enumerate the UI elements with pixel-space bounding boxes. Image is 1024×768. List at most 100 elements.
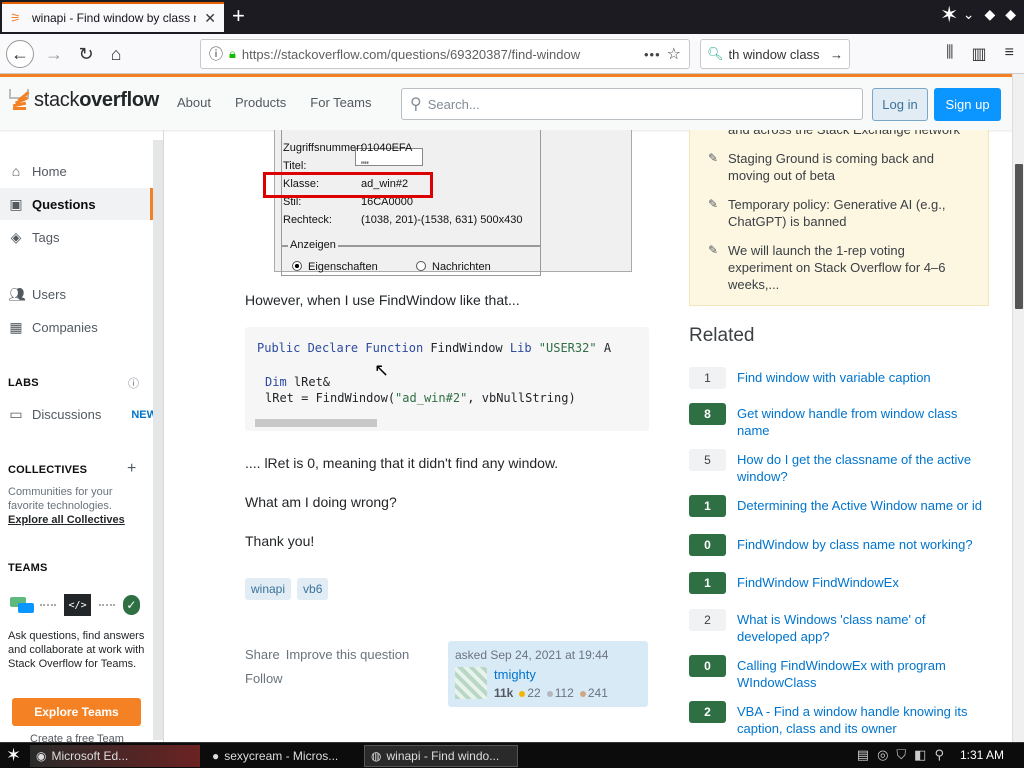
shield-icon[interactable]: ⛉ xyxy=(896,747,906,763)
discussions-icon: ▭ xyxy=(9,406,23,422)
reload-button[interactable]: ↻ xyxy=(72,40,100,68)
sidebar-item-label: Users xyxy=(32,287,66,302)
score-badge: 0 xyxy=(689,534,726,556)
keyboard-icon[interactable]: ▤ xyxy=(857,747,869,763)
score-badge: 1 xyxy=(689,367,726,389)
blog-item[interactable]: and across the Stack Exchange network xyxy=(728,130,978,138)
radio-icon xyxy=(416,261,426,271)
sidebar-item-users[interactable]: 👥︎ Users xyxy=(8,286,66,303)
page-scrollbar[interactable] xyxy=(1012,74,1024,742)
teams-heading: TEAMS xyxy=(8,562,48,574)
search-icon[interactable]: ⚲ xyxy=(934,747,944,763)
start-icon[interactable]: ✶ xyxy=(6,745,21,766)
related-link[interactable]: Determining the Active Window name or id xyxy=(737,497,989,514)
explore-collectives-link[interactable]: Explore all Collectives xyxy=(8,514,125,526)
search-query[interactable]: th window class xyxy=(729,47,825,62)
sidebar-item-companies[interactable]: ▦ Companies xyxy=(8,319,97,336)
blog-item[interactable]: ✎ Temporary policy: Generative AI (e.g., … xyxy=(708,196,958,230)
related-link[interactable]: Calling FindWindowEx with program WIndow… xyxy=(737,657,989,691)
taskbar-item-active[interactable]: ◍ winapi - Find windo... xyxy=(364,745,518,767)
search-go-icon[interactable]: → xyxy=(830,47,843,62)
close-window-icon[interactable]: ◆ xyxy=(1005,6,1016,23)
score-badge: 2 xyxy=(689,701,726,723)
blog-item[interactable]: ✎ We will launch the 1-rep voting experim… xyxy=(708,242,958,293)
url-bar[interactable]: ⓘ 🔒︎ https://stackoverflow.com/questions… xyxy=(200,39,690,69)
login-button[interactable]: Log in xyxy=(872,88,928,121)
sidebar-item-tags[interactable]: ◈ Tags xyxy=(8,229,60,246)
left-sidebar: ⌂ Home ▣ Questions ◈ Tags 👥︎ Users ▦ Com… xyxy=(0,130,164,745)
network-icon[interactable]: ◧ xyxy=(914,747,926,763)
window-properties: Zugriffsnummer: 01040EFA Titel: "" Klasse:… xyxy=(263,130,541,276)
nav-products[interactable]: Products xyxy=(223,95,298,110)
sidebar-item-home[interactable]: ⌂ Home xyxy=(8,163,67,179)
bookmark-star-icon[interactable]: ☆ xyxy=(667,44,681,64)
minimize-icon[interactable]: ⌄ xyxy=(963,6,975,23)
tag-vb6[interactable]: vb6 xyxy=(297,578,329,600)
restore-icon[interactable]: ◆ xyxy=(984,6,995,23)
blog-item[interactable]: ✎ Staging Ground is coming back and movin… xyxy=(708,150,958,184)
embedded-screenshot: Zugriffsnummer: 01040EFA Titel: "" Klasse:… xyxy=(263,130,632,276)
related-link[interactable]: VBA - Find a window handle knowing its c… xyxy=(737,703,989,737)
nav-about[interactable]: About xyxy=(165,95,223,110)
tab-title: winapi - Find window by class nam xyxy=(32,11,196,25)
clock: 1:31 AM xyxy=(959,748,1004,762)
site-info-icon[interactable]: ⓘ xyxy=(209,44,223,64)
related-link[interactable]: Get window handle from window class name xyxy=(737,405,989,439)
url-text[interactable]: https://stackoverflow.com/questions/6932… xyxy=(242,47,638,62)
related-link[interactable]: Find window with variable caption xyxy=(737,369,989,386)
share-link[interactable]: Share xyxy=(245,647,280,662)
new-tab-button[interactable]: + xyxy=(232,4,245,28)
taskbar-item[interactable]: ● sexycream - Micros... xyxy=(206,745,356,767)
info-icon[interactable]: ⓘ xyxy=(128,375,139,391)
explore-teams-button[interactable]: Explore Teams xyxy=(12,698,141,726)
so-logo-icon xyxy=(8,85,30,115)
score-badge: 1 xyxy=(689,572,726,594)
related-heading: Related xyxy=(689,325,755,346)
follow-link[interactable]: Follow xyxy=(245,671,283,686)
forward-button[interactable]: → xyxy=(40,40,68,68)
tray-app-icon[interactable]: ◎ xyxy=(877,747,888,763)
so-logo[interactable]: stackoverflow xyxy=(8,85,159,115)
related-link[interactable]: How do I get the classname of the active… xyxy=(737,451,989,485)
browser-search-bar[interactable]: 🔍︎ th window class → xyxy=(700,39,850,69)
radio-selected-icon xyxy=(292,261,302,271)
username-link[interactable]: tmighty xyxy=(494,667,536,682)
code-icon: </> xyxy=(63,594,92,616)
highlight-box xyxy=(263,172,433,198)
score-badge: 8 xyxy=(689,403,726,425)
scrollbar-thumb[interactable] xyxy=(1015,164,1023,309)
gold-badge-icon xyxy=(519,691,526,697)
anzeigen-group: Anzeigen Eigenschaften Nachrichten xyxy=(281,239,541,276)
home-button[interactable]: ⌂ xyxy=(102,40,130,68)
back-button[interactable]: ← xyxy=(6,40,34,68)
tag-winapi[interactable]: winapi xyxy=(245,578,292,600)
improve-question-link[interactable]: Improve this question xyxy=(286,647,410,662)
signup-button[interactable]: Sign up xyxy=(934,88,1001,121)
sidebar-icon[interactable]: ▥ xyxy=(972,44,987,64)
score-badge: 2 xyxy=(689,609,726,631)
site-search-input[interactable]: ⚲ Search... xyxy=(401,88,863,120)
left-sidebar-scrollbar[interactable] xyxy=(153,140,163,740)
stackoverflow-favicon-icon: ⚞ xyxy=(10,11,21,25)
close-tab-icon[interactable]: ✕ xyxy=(204,10,216,27)
related-link[interactable]: FindWindow FindWindowEx xyxy=(737,574,989,591)
browser-tab[interactable]: ⚞ winapi - Find window by class nam ✕ xyxy=(2,2,224,32)
taskbar-item[interactable]: ◉ Microsoft Ed... xyxy=(30,745,200,767)
related-link[interactable]: What is Windows 'class name' of develope… xyxy=(737,611,989,645)
edge-icon: ◉ xyxy=(36,749,47,763)
post-paragraph: What am I doing wrong? xyxy=(245,494,397,510)
plus-icon[interactable]: + xyxy=(127,460,136,478)
sidebar-item-questions[interactable]: ▣ Questions xyxy=(0,188,153,220)
menu-icon[interactable]: ≡ xyxy=(1005,44,1014,64)
library-icon[interactable]: ⫼ xyxy=(946,44,953,64)
sidebar-item-discussions[interactable]: ▭ Discussions NEW xyxy=(8,406,157,423)
code-scrollbar[interactable] xyxy=(255,419,377,427)
code-block[interactable]: Public Declare Function FindWindow Lib "… xyxy=(245,327,649,431)
so-header: stackoverflow About Products For Teams ⚲… xyxy=(0,74,1012,130)
avatar[interactable] xyxy=(455,667,487,699)
nav-for-teams[interactable]: For Teams xyxy=(298,95,383,110)
page-actions-icon[interactable]: ••• xyxy=(644,47,661,62)
tag-icon: ◈ xyxy=(10,229,22,245)
related-link[interactable]: FindWindow by class name not working? xyxy=(737,536,989,553)
asked-timestamp: asked Sep 24, 2021 at 19:44 xyxy=(455,648,609,662)
